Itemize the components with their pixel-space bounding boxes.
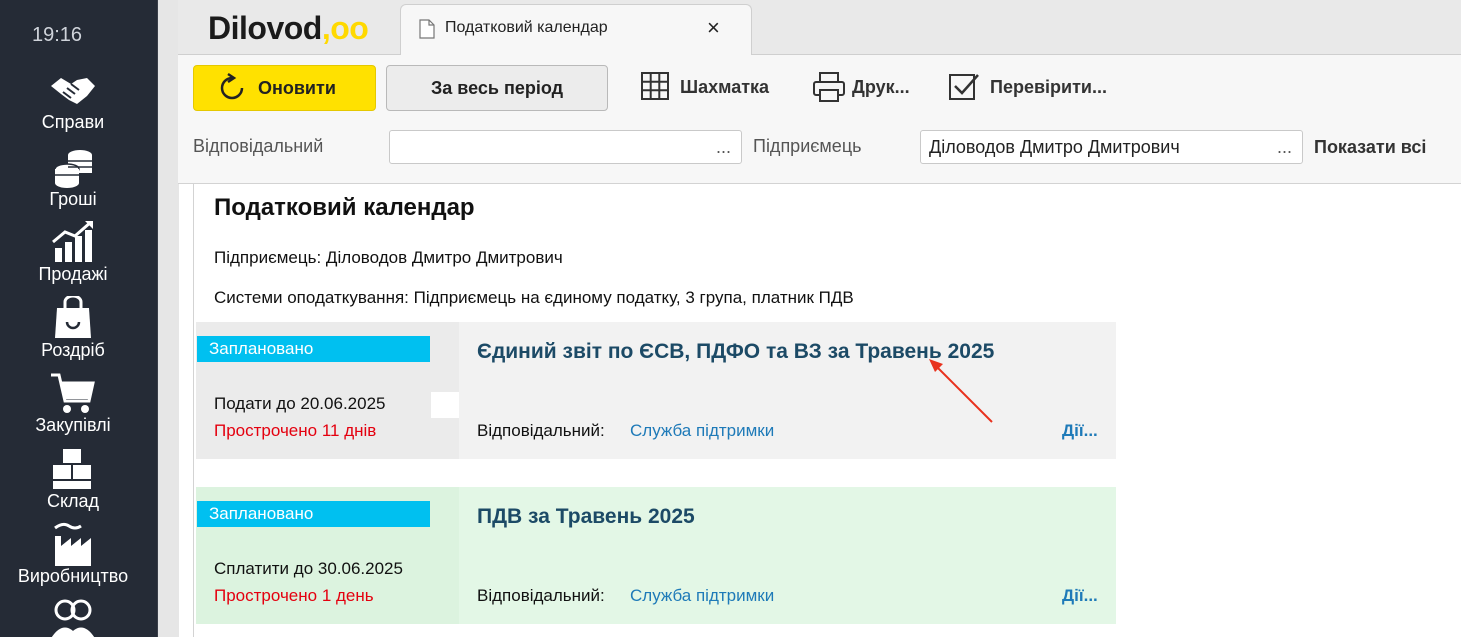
sidebar-item-label: Гроші xyxy=(49,189,97,209)
tax-event-card: Заплановано Сплатити до 30.06.2025 Прост… xyxy=(196,487,1116,624)
responsible-label: Відповідальний xyxy=(193,136,324,156)
refresh-button[interactable]: Оновити xyxy=(193,65,376,111)
sidebar-item-groshi[interactable]: Гроші xyxy=(0,145,146,210)
sidebar-edge xyxy=(157,0,179,637)
boxes-icon xyxy=(53,449,91,489)
print-button[interactable]: Друк... xyxy=(812,71,922,105)
top-bar: Dilovod,oo Податковий календар × xyxy=(178,0,1461,55)
sidebar-item-label: Склад xyxy=(46,491,100,511)
sidebar-item-label: Роздріб xyxy=(41,340,105,360)
logo-dots: ,oo xyxy=(321,10,369,46)
handshake-icon xyxy=(51,78,95,104)
sidebar-item-label: Закупівлі xyxy=(35,415,111,435)
card-notch xyxy=(431,392,459,418)
people-icon xyxy=(51,599,95,639)
entrepreneur-value: Діловодов Дмитро Дмитрович xyxy=(929,137,1180,157)
clock: 19:16 xyxy=(31,24,83,46)
report-tax-system: Системи оподаткування: Підприємець на єд… xyxy=(214,288,854,307)
shopping-bag-icon xyxy=(55,296,91,338)
checkbox-icon xyxy=(949,74,979,100)
responsible-link[interactable]: Служба підтримки xyxy=(630,421,774,441)
entrepreneur-field[interactable]: Діловодов Дмитро Дмитрович ... xyxy=(920,130,1303,164)
responsible-select-dots[interactable]: ... xyxy=(716,137,731,158)
refresh-icon xyxy=(220,72,244,100)
show-all-button[interactable]: Показати всі xyxy=(1314,137,1426,158)
shopping-cart-icon xyxy=(51,373,95,413)
printer-icon xyxy=(813,72,845,102)
refresh-label: Оновити xyxy=(258,78,336,98)
report-title: Податковий календар xyxy=(214,194,475,221)
print-label: Друк... xyxy=(852,77,910,97)
sidebar-item-rozdrib[interactable]: Роздріб xyxy=(0,296,146,361)
factory-icon xyxy=(54,522,91,566)
sidebar-item-spravy[interactable]: Справи xyxy=(0,68,146,133)
sidebar-item-label: Виробництво xyxy=(17,566,129,586)
actions-link[interactable]: Дії... xyxy=(1062,421,1098,441)
due-date: Сплатити до 30.06.2025 xyxy=(214,559,403,578)
status-badge: Заплановано xyxy=(197,501,430,527)
responsible-label: Відповідальний: xyxy=(477,421,605,440)
sidebar-item-label: Продажі xyxy=(38,264,108,284)
report-entrepreneur: Підприємець: Діловодов Дмитро Дмитрович xyxy=(214,248,563,267)
overdue-text: Прострочено 11 днів xyxy=(214,421,377,440)
actions-link[interactable]: Дії... xyxy=(1062,586,1098,606)
all-period-button[interactable]: За весь період xyxy=(386,65,608,111)
tab-title: Податковий календар xyxy=(445,19,608,36)
sales-chart-icon xyxy=(52,220,93,262)
tab-tax-calendar[interactable]: Податковий календар × xyxy=(400,4,752,55)
tax-event-card: Заплановано Подати до 20.06.2025 Простро… xyxy=(196,322,1116,459)
chess-grid-button[interactable]: Шахматка xyxy=(640,71,780,105)
due-date: Подати до 20.06.2025 xyxy=(214,394,386,413)
logo[interactable]: Dilovod,oo xyxy=(208,10,369,47)
overdue-text: Прострочено 1 день xyxy=(214,586,374,605)
event-title-link[interactable]: ПДВ за Травень 2025 xyxy=(477,505,695,529)
entrepreneur-select-dots[interactable]: ... xyxy=(1277,137,1292,158)
report-area: Податковий календар Підприємець: Діловод… xyxy=(193,184,1461,637)
sidebar-item-sklad[interactable]: Склад xyxy=(0,447,146,512)
close-icon[interactable]: × xyxy=(707,15,720,41)
sidebar-item-vyrobnytstvo[interactable]: Виробництво xyxy=(0,522,146,587)
responsible-link[interactable]: Служба підтримки xyxy=(630,586,774,606)
sidebar-item-people[interactable] xyxy=(0,598,146,642)
sidebar-item-prodazhi[interactable]: Продажі xyxy=(0,220,146,285)
grid-label: Шахматка xyxy=(680,77,770,97)
check-label: Перевірити... xyxy=(990,77,1107,97)
status-badge: Заплановано xyxy=(197,336,430,362)
coins-icon xyxy=(54,150,92,188)
document-icon xyxy=(419,19,435,39)
responsible-label: Відповідальний: xyxy=(477,586,605,605)
check-button[interactable]: Перевірити... xyxy=(948,71,1128,105)
sidebar: 19:16 Справи Гроші Продажі Роздріб Закуп… xyxy=(0,0,157,639)
event-title-link[interactable]: Єдиний звіт по ЄСВ, ПДФО та ВЗ за Травен… xyxy=(477,340,994,364)
toolbar: Оновити За весь період Шахматка Друк... … xyxy=(178,55,1461,184)
sidebar-item-label: Справи xyxy=(41,112,105,132)
sidebar-item-zakupivli[interactable]: Закупівлі xyxy=(0,371,146,436)
grid-icon xyxy=(641,72,669,100)
entrepreneur-label: Підприємець xyxy=(753,136,862,156)
responsible-field[interactable]: ... xyxy=(389,130,742,164)
logo-text: Dilovod xyxy=(208,10,322,46)
